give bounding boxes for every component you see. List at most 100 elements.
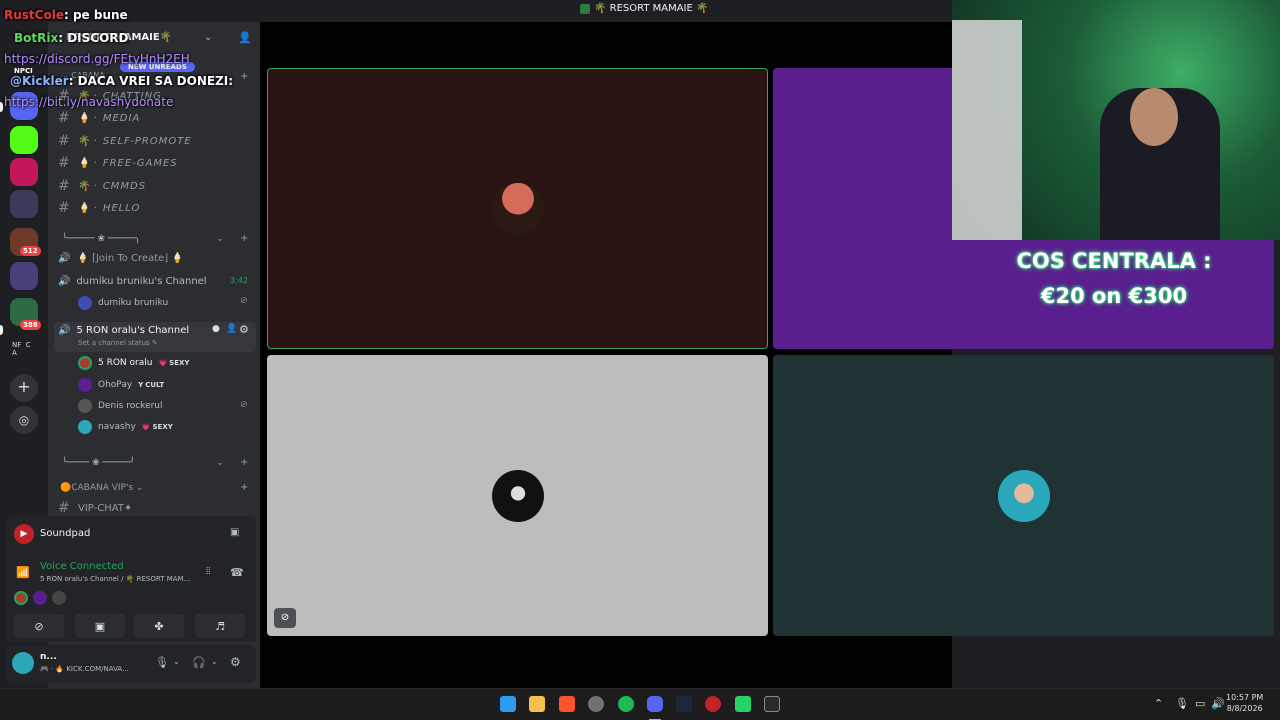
server-icon-kick[interactable] [10,126,38,154]
add-channel-icon[interactable]: + [240,482,248,493]
brave-browser-icon[interactable] [559,696,575,712]
voice-user-name: navashy [98,422,136,432]
discord-icon[interactable] [647,696,663,712]
app-icon[interactable] [588,696,604,712]
avatar[interactable] [14,591,28,605]
hash-icon: # [58,500,70,516]
chevron-up-icon[interactable]: ⌃ [1154,697,1163,710]
voice-user-ohopay[interactable]: OhoPay Y CULT [78,375,164,395]
avatar [78,399,92,413]
voice-channel-name: dumiku bruniku's Channel [76,275,207,287]
whatsapp-icon[interactable] [735,696,751,712]
avatar [78,420,92,434]
volume-icon[interactable]: 🔊 [1211,697,1225,710]
voice-user-dumiku[interactable]: dumiku bruniku [78,293,168,313]
windows-start-icon[interactable] [500,696,516,712]
microphone-tray-icon[interactable]: 🎙 [1175,697,1189,710]
voice-location[interactable]: 5 RON oralu's Channel / 🌴 RESORT MAM... [40,575,190,583]
add-channel-icon[interactable]: + [240,233,248,244]
network-icon[interactable]: ▭ [1195,697,1205,710]
epic-games-icon[interactable] [764,696,780,712]
channel-hello[interactable]: # 🍦 · HELLO [58,198,140,218]
chat-link-donate[interactable]: https://bit.ly/navashydonate [4,95,173,109]
channel-prefix: 🍦 · [78,202,97,214]
add-channel-icon[interactable]: + [240,71,248,82]
camera-off-button[interactable]: ⊘ [14,614,64,638]
invite-icon[interactable]: 👤 [226,324,237,334]
channel-cmmds[interactable]: # 🌴 · CMMDS [58,176,146,196]
category-divider-2[interactable]: ╰──── ❀ ─────╯ [62,458,135,468]
channel-free-games[interactable]: # 🍦 · FREE-GAMES [58,153,178,173]
video-tile-5ron[interactable] [267,68,768,349]
webcam-face [1130,88,1178,146]
folder-label-c: C [25,341,31,349]
chat-message-1: RustCole: pe bune [4,8,128,22]
video-tile-denis[interactable] [267,355,768,636]
avatar[interactable] [33,591,47,605]
microphone-icon[interactable]: 🎙 [155,656,169,669]
chevron-down-icon[interactable]: ⌄ [216,234,224,244]
hash-icon: # [58,133,70,149]
voice-timer: 3:42 [230,276,248,285]
steam-icon[interactable] [676,696,692,712]
server-folder-nfca[interactable]: NF CA [12,341,31,357]
channel-self-promote[interactable]: # 🌴 · SELF-PROMOTE [58,131,192,151]
chevron-down-icon[interactable]: ⌄ [173,657,180,666]
channel-media[interactable]: # 🍦 · MEDIA [58,108,140,128]
channel-vip-chat[interactable]: # VIP-CHAT✦ [58,498,132,518]
channel-status[interactable]: Set a channel status ✎ [78,339,158,347]
server-icon-rockstar[interactable] [10,158,38,186]
explore-icon[interactable]: ◎ [10,406,38,434]
avatar [997,469,1050,522]
screen-share-icon[interactable]: ▣ [230,527,239,538]
soundpad-play-icon[interactable]: ▶ [14,524,34,544]
chat-link-discord[interactable]: https://discord.gg/FEtyHnH2EH [4,52,190,66]
category-cabana-vip[interactable]: 🟠CABANA VIP's ⌄ [60,483,144,493]
chevron-down-icon[interactable]: ⌄ [211,657,218,666]
voice-user-denis[interactable]: Denis rockerul [78,396,163,416]
file-explorer-icon[interactable] [529,696,545,712]
noise-suppression-icon[interactable]: ⦙⦙ [206,566,210,577]
video-tile-navashy[interactable] [773,355,1274,636]
role-tag: 💗 SEXY [158,359,189,367]
taskbar-clock[interactable]: 10:57 PM 8/8/2026 [1226,692,1263,714]
add-channel-icon[interactable]: + [240,457,248,468]
avatar [491,469,544,522]
gear-icon[interactable]: ⚙ [239,323,249,336]
speaker-icon: 🔊 [58,324,71,336]
add-user-icon[interactable]: 👤 [238,31,252,44]
voice-user-navashy[interactable]: navashy 💗 SEXY [78,417,173,437]
donation-goal-title: COS CENTRALA : [1016,249,1212,273]
soundboard-button[interactable]: ♬ [195,614,245,638]
avatar [491,182,544,235]
server-folder-3[interactable] [10,262,38,290]
muted-icon: ⊘ [274,608,296,628]
headphones-icon[interactable]: 🎧 [192,656,206,669]
add-server-icon[interactable]: + [10,374,38,402]
category-divider[interactable]: ╰───── ❀ ─────╮ [62,234,140,244]
avatar[interactable] [52,591,66,605]
channel-prefix: 🌴 · [78,180,97,192]
channel-name: VIP-CHAT✦ [78,502,133,514]
disconnect-icon[interactable]: ☎ [230,566,244,579]
gear-icon[interactable]: ⚙ [230,655,241,669]
chat-icon[interactable]: ● [212,324,220,334]
voice-join-to-create[interactable]: 🔊 🍦 ⌈Join To Create⌋ 🍦 [58,248,184,268]
server-folder-1[interactable] [10,190,38,218]
spotify-icon[interactable] [618,696,634,712]
chevron-down-icon[interactable]: ⌄ [216,458,224,468]
voice-user-5ron[interactable]: 5 RON oralu 💗 SEXY [78,353,189,373]
voice-ron-channel[interactable]: 🔊 5 RON oralu's Channel [58,320,189,340]
channel-prefix: 🍦 · [78,112,97,124]
channel-prefix: 🍦 · [78,157,97,169]
channel-name: HELLO [102,202,141,214]
window-title-text: 🌴 RESORT MAMAIE 🌴 [594,3,709,14]
activities-button[interactable]: ✤ [134,614,184,638]
soundpad-icon[interactable] [705,696,721,712]
avatar[interactable] [12,652,34,674]
signal-icon[interactable]: 📶 [16,566,30,579]
chat-text: : DACA VREI SA DONEZI: [68,74,234,88]
screen-share-button[interactable]: ▣ [75,614,125,638]
voice-dumiku-channel[interactable]: 🔊 dumiku bruniku's Channel [58,271,207,291]
chevron-down-icon[interactable]: ⌄ [204,32,212,43]
